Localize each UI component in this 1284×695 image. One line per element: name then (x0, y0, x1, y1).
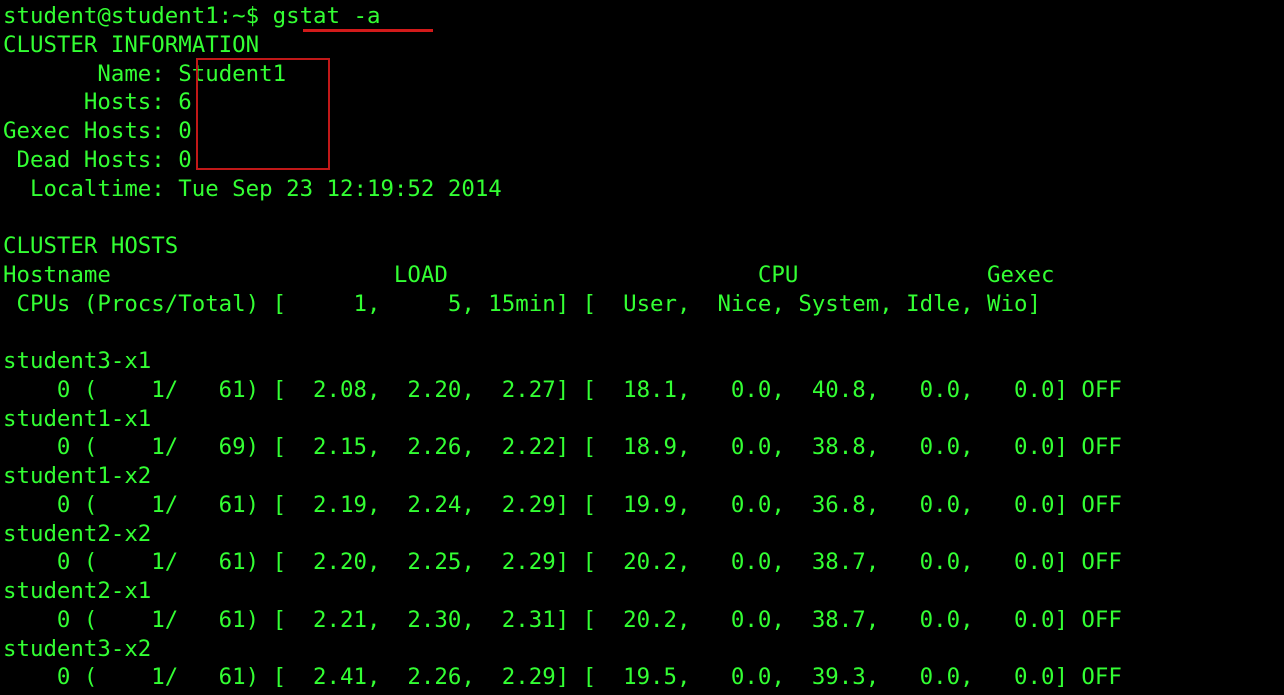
command-underline-annotation (303, 29, 433, 32)
host-name: student2-x2 (3, 520, 152, 547)
command-line: student@student1:~$ gstat -a (3, 2, 1284, 31)
field-label: Name: (3, 60, 179, 87)
field-value: 0 (178, 146, 192, 173)
host-name: student3-x2 (3, 635, 152, 662)
cluster-hosts-heading: CLUSTER HOSTS (3, 233, 179, 259)
hosts-header-line-1: Hostname LOAD CPU Gexec (3, 261, 1055, 288)
cluster-info-heading: CLUSTER INFORMATION (3, 31, 260, 58)
field-label: Dead Hosts: (3, 146, 179, 173)
field-value: Tue Sep 23 12:19:52 2014 (178, 175, 502, 202)
field-value: 6 (178, 89, 192, 116)
field-label: Localtime: (3, 175, 179, 202)
field-label: Gexec Hosts: (3, 118, 179, 144)
command-text: gstat -a (272, 3, 381, 29)
host-stats: 0 ( 1/ 61) [ 2.19, 2.24, 2.29] [ 19.9, 0… (3, 491, 1122, 518)
shell-prompt: student@student1:~$ (3, 3, 273, 29)
field-value: 0 (178, 118, 192, 144)
host-stats: 0 ( 1/ 61) [ 2.08, 2.20, 2.27] [ 18.1, 0… (3, 376, 1122, 403)
hosts-header-line-2: CPUs (Procs/Total) [ 1, 5, 15min] [ User… (3, 290, 1041, 317)
host-stats: 0 ( 1/ 61) [ 2.20, 2.25, 2.29] [ 20.2, 0… (3, 549, 1122, 576)
cluster-values-highlight-box (196, 58, 330, 170)
host-stats: 0 ( 1/ 61) [ 2.41, 2.26, 2.29] [ 19.5, 0… (3, 664, 1122, 691)
field-label: Hosts: (3, 89, 179, 116)
host-stats: 0 ( 1/ 61) [ 2.21, 2.30, 2.31] [ 20.2, 0… (3, 606, 1122, 633)
field-localtime: Localtime: Tue Sep 23 12:19:52 2014 (3, 175, 1284, 204)
host-name: student1-x1 (3, 405, 152, 432)
host-name: student1-x2 (3, 463, 152, 489)
host-name: student2-x1 (3, 578, 152, 604)
host-stats: 0 ( 1/ 69) [ 2.15, 2.26, 2.22] [ 18.9, 0… (3, 434, 1122, 461)
host-name: student3-x1 (3, 348, 152, 374)
